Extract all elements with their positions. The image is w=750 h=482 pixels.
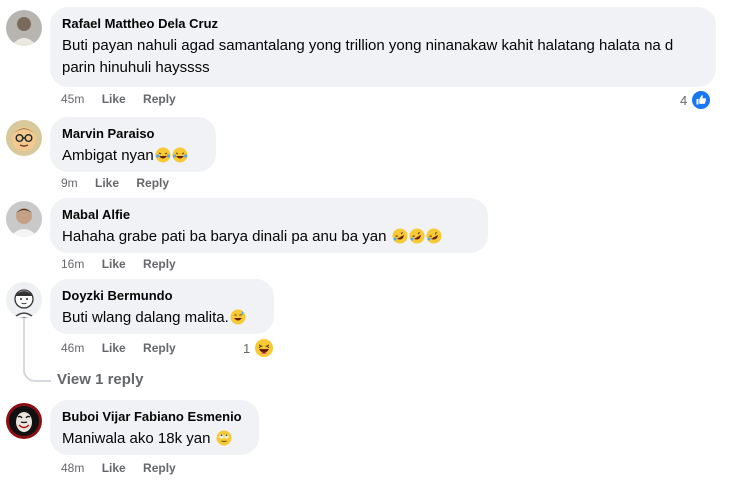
comment-author[interactable]: Marvin Paraiso <box>62 125 204 142</box>
like-button[interactable]: Like <box>102 256 126 272</box>
comment-author[interactable]: Mabal Alfie <box>62 206 476 223</box>
avatar[interactable] <box>6 120 42 156</box>
rofl-emoji <box>409 228 425 244</box>
comment-bubble: Buboi Vijar Fabiano Esmenio Maniwala ako… <box>50 400 259 455</box>
rofl-emoji <box>426 228 442 244</box>
comment-text: Buti wlang dalang malita. <box>62 307 262 329</box>
avatar[interactable] <box>6 282 42 318</box>
comment-actions: 48m Like Reply <box>61 460 176 476</box>
reply-button[interactable]: Reply <box>143 91 176 107</box>
comment-text-content: Ambigat nyan <box>62 147 154 164</box>
comment-actions: 9m Like Reply <box>61 175 169 191</box>
haha-reaction-icon <box>253 338 274 358</box>
comment-actions: 46m Like Reply <box>61 340 176 356</box>
reply-button[interactable]: Reply <box>143 340 176 356</box>
view-replies-link[interactable]: View 1 reply <box>57 371 143 388</box>
like-reaction-icon <box>690 90 711 110</box>
comment-bubble: Mabal Alfie Hahaha grabe pati ba barya d… <box>50 198 488 253</box>
reaction-count-number: 4 <box>680 93 688 108</box>
comment-author[interactable]: Buboi Vijar Fabiano Esmenio <box>62 408 247 425</box>
reaction-count-number: 1 <box>243 341 251 356</box>
avatar[interactable] <box>6 403 42 439</box>
laughing-tears-emoji <box>155 147 171 163</box>
grinning-sweat-emoji <box>230 309 246 325</box>
comment-time[interactable]: 45m <box>61 91 84 107</box>
reaction-count[interactable]: 1 <box>243 338 274 358</box>
avatar[interactable] <box>6 201 42 237</box>
comment-text: Buti payan nahuli agad samantalang yong … <box>62 37 674 76</box>
comment-text: Ambigat nyan <box>62 145 204 167</box>
comment-author[interactable]: Doyzki Bermundo <box>62 287 262 304</box>
reply-thread-curve <box>23 358 51 382</box>
like-button[interactable]: Like <box>102 91 126 107</box>
comment-time[interactable]: 48m <box>61 460 84 476</box>
comment-text: Hahaha grabe pati ba barya dinali pa anu… <box>62 226 476 248</box>
comment-text-content: Buti wlang dalang malita. <box>62 309 229 326</box>
comment-actions: 16m Like Reply <box>61 256 176 272</box>
comment-actions: 45m Like Reply <box>61 91 176 107</box>
comment-time[interactable]: 9m <box>61 175 78 191</box>
like-button[interactable]: Like <box>102 340 126 356</box>
rofl-emoji <box>392 228 408 244</box>
comment-bubble: Rafael Mattheo Dela Cruz Buti payan nahu… <box>50 7 716 87</box>
comment-text-content: Hahaha grabe pati ba barya dinali pa anu… <box>62 228 387 245</box>
comment-author[interactable]: Rafael Mattheo Dela Cruz <box>62 15 704 32</box>
comment-bubble: Doyzki Bermundo Buti wlang dalang malita… <box>50 279 274 334</box>
like-button[interactable]: Like <box>102 460 126 476</box>
reaction-count[interactable]: 4 <box>680 90 711 110</box>
reply-button[interactable]: Reply <box>143 256 176 272</box>
comment-text-content: Maniwala ako 18k yan <box>62 430 211 447</box>
comment-time[interactable]: 16m <box>61 256 84 272</box>
reply-button[interactable]: Reply <box>136 175 169 191</box>
comment-time[interactable]: 46m <box>61 340 84 356</box>
avatar[interactable] <box>6 10 42 46</box>
like-button[interactable]: Like <box>95 175 119 191</box>
comment-bubble: Marvin Paraiso Ambigat nyan <box>50 117 216 172</box>
rolling-eyes-emoji <box>216 430 232 446</box>
laughing-tears-emoji <box>172 147 188 163</box>
reply-button[interactable]: Reply <box>143 460 176 476</box>
reply-thread-line <box>23 318 25 360</box>
comment-text: Maniwala ako 18k yan <box>62 428 247 450</box>
